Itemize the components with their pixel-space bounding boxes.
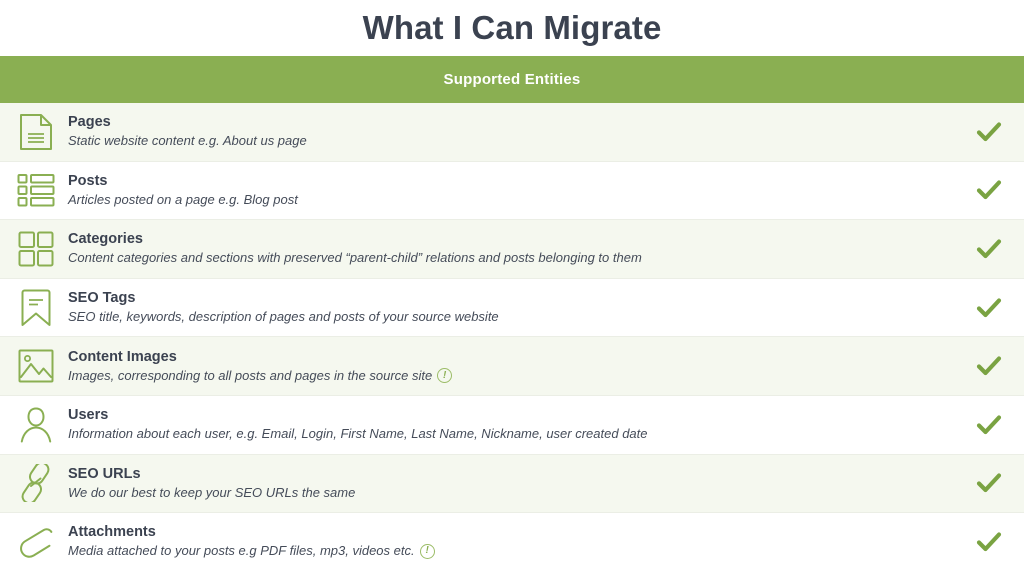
entity-text: Posts Articles posted on a page e.g. Blog…: [58, 173, 958, 208]
entity-row: Categories Content categories and section…: [0, 220, 1024, 279]
entity-text: SEO Tags SEO title, keywords, description…: [58, 290, 958, 325]
entity-row: Attachments Media attached to your posts …: [0, 513, 1024, 569]
entity-description-text: Static website content e.g. About us pag…: [68, 133, 307, 149]
entity-description-text: SEO title, keywords, description of page…: [68, 309, 499, 325]
document-icon: [14, 110, 58, 154]
migration-support-page: What I Can Migrate Supported Entities Pa…: [0, 0, 1024, 569]
entity-description-text: Articles posted on a page e.g. Blog post: [68, 191, 298, 207]
entity-text: Users Information about each user, e.g. E…: [58, 407, 958, 442]
grid-icon: [14, 227, 58, 271]
check-icon: [958, 355, 1010, 377]
entity-description: Images, corresponding to all posts and p…: [68, 368, 958, 384]
entity-description: SEO title, keywords, description of page…: [68, 309, 958, 325]
entity-name: SEO URLs: [68, 465, 141, 482]
entity-description-text: Content categories and sections with pre…: [68, 250, 642, 266]
entity-name: Categories: [68, 231, 143, 248]
list-icon: [14, 168, 58, 212]
entity-row: Pages Static website content e.g. About u…: [0, 103, 1024, 162]
image-icon: [14, 344, 58, 388]
check-icon: [958, 238, 1010, 260]
entity-row: SEO Tags SEO title, keywords, description…: [0, 278, 1024, 338]
entity-text: SEO URLs We do our best to keep your SEO …: [58, 466, 958, 501]
entity-row: Posts Articles posted on a page e.g. Blog…: [0, 161, 1024, 221]
bookmark-icon: [14, 286, 58, 330]
supported-entities-header: Supported Entities: [0, 56, 1024, 103]
entity-description-text: Media attached to your posts e.g PDF fil…: [68, 543, 415, 559]
entity-description: Articles posted on a page e.g. Blog post: [68, 192, 958, 208]
entity-text: Content Images Images, corresponding to a…: [58, 349, 958, 384]
entity-description: Content categories and sections with pre…: [68, 250, 958, 266]
entity-text: Pages Static website content e.g. About u…: [58, 114, 958, 149]
entity-name: Attachments: [68, 524, 156, 541]
check-icon: [958, 531, 1010, 553]
page-title: What I Can Migrate: [362, 9, 662, 46]
entity-name: Posts: [68, 172, 108, 189]
check-icon: [958, 297, 1010, 319]
user-icon: [14, 403, 58, 447]
section-header-label: Supported Entities: [443, 71, 581, 88]
entity-text: Categories Content categories and section…: [58, 231, 958, 266]
entity-name: Content Images: [68, 348, 177, 365]
entity-name: Pages: [68, 114, 111, 131]
link-icon: [14, 461, 58, 505]
entity-description: Static website content e.g. About us pag…: [68, 133, 958, 149]
check-icon: [958, 472, 1010, 494]
check-icon: [958, 121, 1010, 143]
entity-row: Content Images Images, corresponding to a…: [0, 337, 1024, 396]
check-icon: [958, 414, 1010, 436]
entity-row: Users Information about each user, e.g. E…: [0, 395, 1024, 455]
entity-description-text: We do our best to keep your SEO URLs the…: [68, 484, 356, 500]
check-icon: [958, 179, 1010, 201]
entity-list: Pages Static website content e.g. About u…: [0, 103, 1024, 569]
entity-description-text: Information about each user, e.g. Email,…: [68, 426, 648, 442]
entity-row: SEO URLs We do our best to keep your SEO …: [0, 454, 1024, 514]
info-icon[interactable]: !: [437, 368, 453, 384]
entity-description: We do our best to keep your SEO URLs the…: [68, 485, 958, 501]
entity-description-text: Images, corresponding to all posts and p…: [68, 367, 433, 383]
entity-name: Users: [68, 407, 109, 424]
entity-name: SEO Tags: [68, 290, 136, 307]
entity-text: Attachments Media attached to your posts …: [58, 524, 958, 559]
entity-description: Information about each user, e.g. Email,…: [68, 426, 958, 442]
paperclip-icon: [14, 520, 58, 564]
info-icon[interactable]: !: [419, 543, 435, 559]
entity-description: Media attached to your posts e.g PDF fil…: [68, 543, 958, 559]
